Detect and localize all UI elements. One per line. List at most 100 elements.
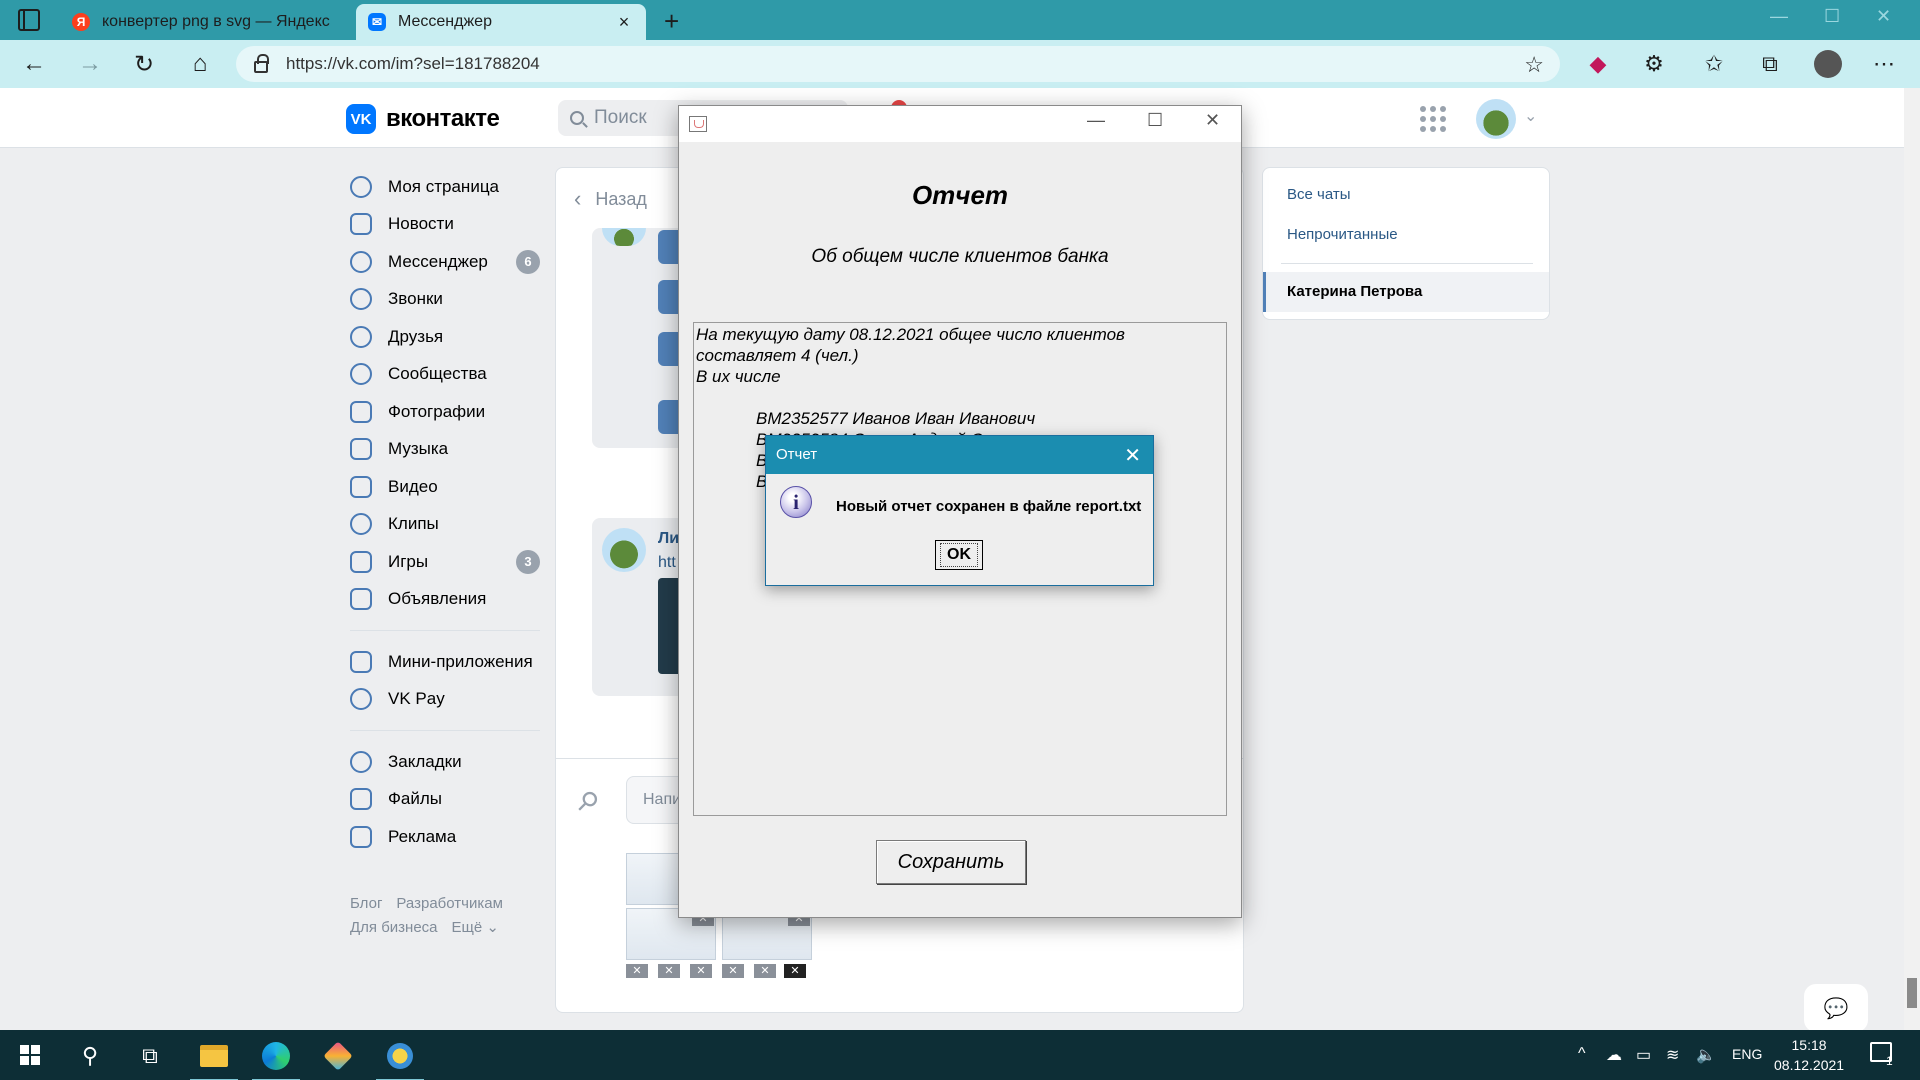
show-hidden-icons-icon[interactable]: ^: [1578, 1045, 1586, 1063]
sidebar-item-news[interactable]: Новости: [350, 206, 540, 244]
refresh-icon[interactable]: ↻: [128, 48, 160, 80]
chevron-down-icon[interactable]: ⌄: [1524, 106, 1537, 126]
vk-logo[interactable]: VK вконтакте: [346, 104, 500, 134]
tab-yandex[interactable]: Я конвертер png в svg — Яндекс: [60, 4, 350, 40]
sidebar-item-clips[interactable]: Клипы: [350, 506, 540, 544]
favorites-icon[interactable]: ✩: [1700, 50, 1728, 78]
dialog-message: Новый отчет сохранен в файле report.txt: [836, 498, 1142, 515]
edge-browser-icon[interactable]: [252, 1038, 300, 1080]
sidebar-item-files[interactable]: Файлы: [350, 781, 540, 819]
language-indicator[interactable]: ENG: [1732, 1046, 1762, 1062]
profile-avatar[interactable]: [1814, 50, 1842, 78]
sidebar-item-video[interactable]: Видео: [350, 468, 540, 506]
collections-color-icon[interactable]: ◆: [1584, 50, 1612, 78]
cloud-icon[interactable]: ☁: [1606, 1045, 1622, 1065]
new-tab-button[interactable]: +: [664, 6, 679, 37]
window-minimize-icon[interactable]: —: [1770, 6, 1788, 27]
back-icon[interactable]: ←: [18, 48, 50, 80]
page-scrollbar[interactable]: [1904, 88, 1920, 1030]
message-input[interactable]: Напи: [626, 776, 686, 824]
sidebar-item-label: Реклама: [388, 826, 457, 846]
task-view-icon[interactable]: ⧉: [132, 1038, 168, 1074]
chat-filter-panel: Все чаты Непрочитанные Катерина Петрова: [1262, 167, 1550, 320]
sidebar-item-label: Файлы: [388, 789, 443, 809]
remove-attachment-icon[interactable]: ✕: [722, 964, 744, 978]
footer-link-business[interactable]: Для бизнеса: [350, 919, 438, 936]
add-favorite-icon[interactable]: ☆: [1524, 52, 1544, 78]
remove-attachment-icon[interactable]: ✕: [626, 964, 648, 978]
window-close-icon[interactable]: ✕: [1205, 110, 1220, 131]
windows-start-icon[interactable]: [20, 1045, 40, 1065]
more-menu-icon[interactable]: ⋯: [1870, 50, 1898, 78]
ok-label: OK: [940, 543, 978, 567]
java-app-icon[interactable]: [376, 1038, 424, 1080]
message-link[interactable]: htt: [658, 554, 676, 572]
services-grid-icon[interactable]: [1420, 106, 1446, 132]
file-explorer-icon[interactable]: [190, 1038, 238, 1080]
back-button[interactable]: ‹ Назад: [574, 186, 647, 212]
attachment-thumbnail[interactable]: [626, 853, 682, 905]
vk-logo-text: вконтакте: [386, 105, 500, 132]
clips-icon: [350, 513, 372, 536]
sidebar-item-photos[interactable]: Фотографии: [350, 393, 540, 431]
save-button[interactable]: Сохранить: [876, 840, 1026, 884]
tab-messenger[interactable]: ✉ Мессенджер ×: [356, 4, 646, 40]
tab-close-icon[interactable]: ×: [614, 12, 634, 33]
sidebar-item-bookmarks[interactable]: Закладки: [350, 743, 540, 781]
sidebar-item-communities[interactable]: Сообщества: [350, 356, 540, 394]
lock-icon: [254, 54, 269, 73]
home-icon[interactable]: ⌂: [184, 48, 216, 80]
clock[interactable]: 15:18 08.12.2021: [1774, 1035, 1844, 1075]
sidebar-item-music[interactable]: Музыка: [350, 431, 540, 469]
paperclip-icon[interactable]: ⚲: [570, 784, 606, 819]
star-icon: [350, 750, 372, 773]
sidebar-item-vk-pay[interactable]: VK Pay: [350, 681, 540, 719]
sidebar-item-advertising[interactable]: Реклама: [350, 818, 540, 856]
news-icon: [350, 213, 372, 236]
remove-attachment-icon[interactable]: ✕: [784, 964, 806, 978]
volume-icon[interactable]: 🔈: [1696, 1045, 1716, 1065]
sidebar-item-calls[interactable]: Звонки: [350, 281, 540, 319]
sidebar-item-label: Видео: [388, 476, 438, 496]
footer-link-more[interactable]: Ещё ⌄: [452, 919, 499, 936]
window-minimize-icon[interactable]: —: [1087, 110, 1105, 131]
sidebar-item-ads[interactable]: Объявления: [350, 581, 540, 619]
sidebar-item-label: Новости: [388, 214, 454, 234]
footer-link-developers[interactable]: Разработчикам: [396, 895, 502, 912]
scrollbar-thumb[interactable]: [1907, 978, 1917, 1008]
dialog-titlebar[interactable]: Отчет: [766, 436, 1153, 474]
footer-link-blog[interactable]: Блог: [350, 895, 382, 912]
window-maximize-icon[interactable]: ☐: [1824, 6, 1840, 27]
avatar[interactable]: [1476, 99, 1516, 139]
sidebar-item-mini-apps[interactable]: Мини-приложения: [350, 643, 540, 681]
sidebar-item-friends[interactable]: Друзья: [350, 318, 540, 356]
remove-attachment-icon[interactable]: ✕: [690, 964, 712, 978]
dialog-close-icon[interactable]: ✕: [1124, 443, 1141, 468]
all-chats-link[interactable]: Все чаты: [1287, 186, 1351, 203]
sender-name[interactable]: Ли: [658, 530, 679, 548]
remove-attachment-icon[interactable]: ✕: [754, 964, 776, 978]
collections-icon[interactable]: ⧉: [1756, 50, 1784, 78]
sidebar-item-messenger[interactable]: Мессенджер 6: [350, 243, 540, 281]
tab-actions-icon[interactable]: [18, 9, 40, 31]
forward-icon[interactable]: →: [74, 48, 106, 80]
battery-icon[interactable]: ▭: [1636, 1045, 1651, 1065]
unread-chats-link[interactable]: Непрочитанные: [1287, 226, 1398, 243]
search-icon[interactable]: ⚲: [72, 1038, 108, 1074]
app-cube-icon[interactable]: [320, 1038, 356, 1074]
report-window-titlebar[interactable]: — ☐ ✕: [679, 106, 1241, 142]
avatar[interactable]: [602, 528, 646, 572]
window-close-icon[interactable]: ✕: [1876, 6, 1891, 27]
window-maximize-icon[interactable]: ☐: [1147, 110, 1163, 131]
extensions-icon[interactable]: ⚙: [1640, 50, 1668, 78]
remove-attachment-icon[interactable]: ✕: [658, 964, 680, 978]
chat-bubble-icon[interactable]: 💬: [1804, 984, 1868, 1032]
friends-icon: [350, 325, 372, 348]
url-field[interactable]: https://vk.com/im?sel=181788204 ☆: [236, 46, 1560, 82]
sidebar-item-my-page[interactable]: Моя страница: [350, 168, 540, 206]
wifi-icon[interactable]: ≋: [1666, 1045, 1679, 1065]
ok-button[interactable]: OK: [935, 540, 983, 570]
active-chat-item[interactable]: Катерина Петрова: [1263, 272, 1549, 312]
url-text: https://vk.com/im?sel=181788204: [286, 54, 540, 73]
sidebar-item-games[interactable]: Игры 3: [350, 543, 540, 581]
